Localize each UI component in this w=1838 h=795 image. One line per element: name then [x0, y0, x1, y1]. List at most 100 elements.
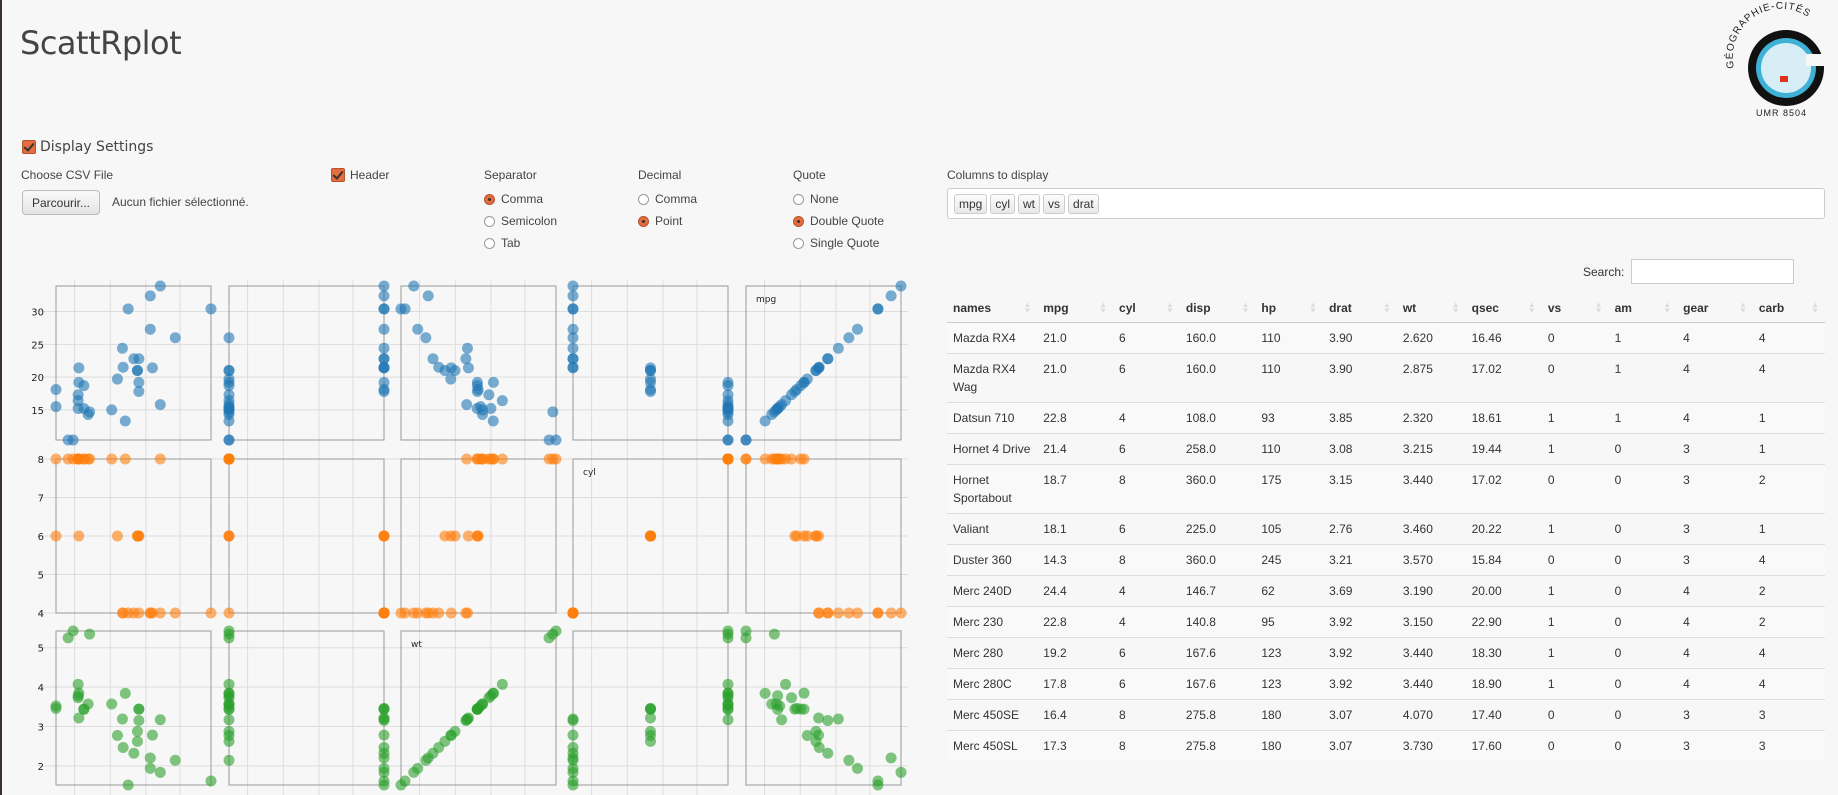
data-point[interactable] — [567, 332, 579, 344]
separator-option-tab[interactable]: Tab — [484, 232, 557, 254]
data-point[interactable] — [477, 453, 489, 465]
data-point[interactable] — [567, 779, 579, 791]
data-point[interactable] — [461, 399, 473, 411]
data-point[interactable] — [378, 530, 390, 542]
data-point[interactable] — [223, 628, 235, 640]
data-point[interactable] — [122, 303, 134, 315]
sort-icon[interactable]: ▲ ▼ — [1099, 301, 1107, 315]
data-point[interactable] — [395, 607, 407, 619]
data-point[interactable] — [67, 625, 79, 637]
data-point[interactable] — [645, 730, 656, 742]
data-point[interactable] — [872, 607, 884, 619]
data-point[interactable] — [119, 453, 131, 465]
data-point[interactable] — [487, 376, 499, 388]
data-point[interactable] — [813, 729, 825, 741]
data-point[interactable] — [395, 779, 407, 791]
data-point[interactable] — [496, 395, 508, 407]
data-point[interactable] — [116, 342, 128, 354]
data-point[interactable] — [223, 698, 235, 710]
decimal-option-point[interactable]: Point — [638, 210, 697, 232]
data-point[interactable] — [786, 389, 798, 401]
sort-icon[interactable]: ▲ ▼ — [1595, 301, 1603, 315]
data-point[interactable] — [223, 754, 235, 766]
data-point[interactable] — [567, 607, 579, 619]
column-tag[interactable]: vs — [1043, 193, 1066, 214]
decimal-option-comma[interactable]: Comma — [638, 188, 697, 210]
data-point[interactable] — [813, 362, 825, 374]
data-point[interactable] — [84, 628, 96, 640]
quote-option-none[interactable]: None — [793, 188, 884, 210]
data-point[interactable] — [445, 373, 457, 385]
data-point[interactable] — [223, 730, 235, 742]
data-point[interactable] — [78, 703, 90, 715]
column-header-gear[interactable]: gear ▲ ▼ — [1677, 294, 1753, 323]
data-point[interactable] — [169, 754, 181, 766]
sort-icon[interactable]: ▲ ▼ — [1241, 301, 1249, 315]
data-point[interactable] — [420, 332, 432, 344]
data-point[interactable] — [154, 766, 166, 778]
data-point[interactable] — [813, 742, 825, 754]
radio-icon[interactable] — [484, 237, 495, 249]
data-point[interactable] — [154, 280, 166, 292]
data-point[interactable] — [50, 530, 62, 542]
table-row[interactable]: Datsun 710 22.8 4 108.0 93 3.85 2.320 18.61 1 1 4 1 — [947, 402, 1825, 434]
data-point[interactable] — [131, 735, 143, 747]
column-header-am[interactable]: am ▲ ▼ — [1608, 294, 1678, 323]
data-point[interactable] — [776, 714, 788, 726]
data-point[interactable] — [78, 403, 90, 415]
data-point[interactable] — [832, 713, 844, 725]
data-point[interactable] — [223, 404, 235, 416]
header-checkbox[interactable] — [331, 168, 345, 182]
data-point[interactable] — [223, 332, 235, 344]
data-point[interactable] — [722, 434, 734, 446]
data-point[interactable] — [461, 342, 473, 354]
table-row[interactable]: Mazda RX4 21.0 6 160.0 110 3.90 2.620 16.46 0 1 4 4 — [947, 322, 1825, 354]
separator-option-comma[interactable]: Comma — [484, 188, 557, 210]
data-point[interactable] — [895, 607, 907, 619]
columns-select-input[interactable]: mpg cyl wt vs drat — [947, 188, 1825, 219]
radio-icon[interactable] — [638, 215, 649, 227]
data-point[interactable] — [740, 625, 752, 637]
data-point[interactable] — [408, 280, 420, 292]
data-point[interactable] — [740, 434, 752, 446]
data-point[interactable] — [223, 434, 235, 446]
data-point[interactable] — [645, 530, 656, 542]
data-point[interactable] — [133, 607, 145, 619]
data-point[interactable] — [813, 607, 825, 619]
data-point[interactable] — [567, 754, 579, 766]
data-point[interactable] — [378, 386, 390, 398]
column-header-carb[interactable]: carb ▲ ▼ — [1752, 294, 1825, 323]
data-point[interactable] — [154, 714, 166, 726]
data-point[interactable] — [116, 713, 128, 725]
data-point[interactable] — [645, 362, 656, 374]
radio-icon[interactable] — [793, 215, 804, 227]
data-point[interactable] — [73, 376, 85, 388]
data-point[interactable] — [50, 700, 62, 712]
data-point[interactable] — [117, 361, 129, 373]
data-point[interactable] — [205, 303, 217, 315]
data-point[interactable] — [567, 362, 579, 374]
data-point[interactable] — [567, 742, 579, 754]
data-point[interactable] — [843, 754, 855, 766]
data-point[interactable] — [645, 373, 656, 385]
data-point[interactable] — [106, 698, 118, 710]
data-point[interactable] — [786, 692, 798, 704]
table-row[interactable]: Merc 450SL 17.3 8 275.8 180 3.07 3.730 17.60 0 0 3… — [947, 730, 1825, 761]
data-point[interactable] — [223, 389, 235, 401]
data-point[interactable] — [567, 715, 579, 727]
data-point[interactable] — [412, 323, 424, 335]
data-point[interactable] — [722, 404, 734, 416]
sort-icon[interactable]: ▲ ▼ — [1023, 301, 1031, 315]
data-point[interactable] — [122, 607, 134, 619]
data-point[interactable] — [471, 530, 483, 542]
radio-icon[interactable] — [484, 193, 495, 205]
data-point[interactable] — [483, 389, 495, 401]
data-point[interactable] — [169, 332, 181, 344]
data-point[interactable] — [445, 607, 457, 619]
data-point[interactable] — [205, 607, 217, 619]
data-point[interactable] — [567, 303, 579, 315]
data-point[interactable] — [895, 766, 907, 778]
column-tag[interactable]: wt — [1018, 193, 1041, 214]
data-point[interactable] — [798, 687, 810, 699]
data-point[interactable] — [722, 714, 734, 726]
